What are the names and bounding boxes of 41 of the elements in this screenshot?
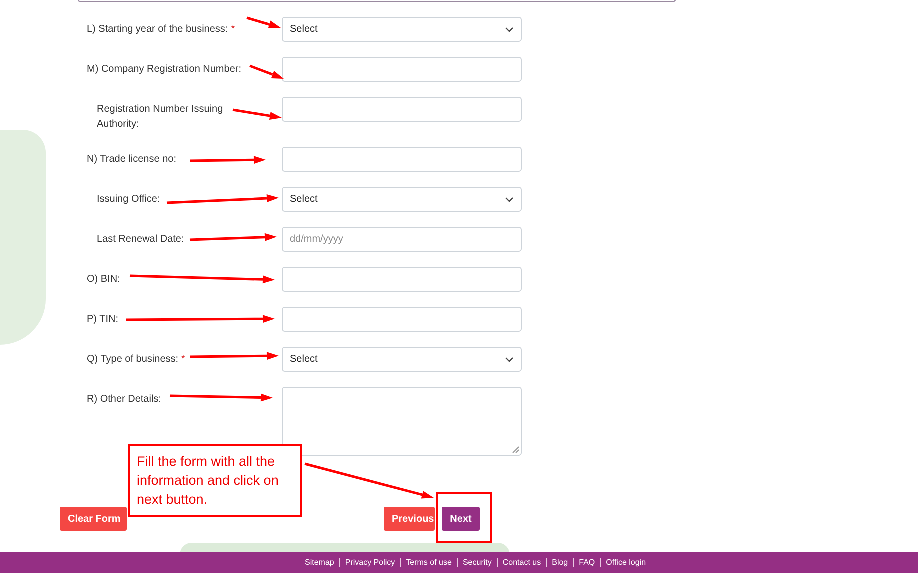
- input-field[interactable]: [282, 57, 522, 82]
- footer-link[interactable]: Terms of use: [400, 558, 457, 567]
- footer-link[interactable]: Privacy Policy: [339, 558, 400, 567]
- field-label: N) Trade license no:: [87, 153, 176, 167]
- required-mark: *: [182, 353, 186, 367]
- footer-link[interactable]: Security: [456, 558, 497, 567]
- arrow: [250, 64, 284, 79]
- footer-link[interactable]: Contact us: [496, 558, 546, 567]
- field-label: Last Renewal Date:: [97, 233, 184, 247]
- input-field[interactable]: [282, 97, 522, 122]
- field-label: Issuing Office:: [97, 193, 160, 207]
- select-field[interactable]: Select: [282, 17, 522, 42]
- field-label: O) BIN:: [87, 273, 120, 287]
- field-label: M) Company Registration Number:: [87, 63, 242, 77]
- input-field[interactable]: [282, 307, 522, 332]
- footer-link[interactable]: FAQ: [573, 558, 600, 567]
- field-label: L) Starting year of the business:: [87, 23, 228, 37]
- select-field[interactable]: Select: [282, 347, 522, 372]
- arrow: [246, 16, 281, 28]
- field-label: Q) Type of business:: [87, 353, 179, 367]
- field-label: Registration Number Issuing Authority:: [97, 103, 224, 132]
- field-label: P) TIN:: [87, 313, 118, 327]
- input-field[interactable]: [282, 267, 522, 292]
- field-label: R) Other Details:: [87, 393, 162, 407]
- next-button[interactable]: Next: [442, 507, 480, 531]
- input-field[interactable]: [282, 147, 522, 172]
- chevron-down-icon: [505, 356, 514, 362]
- arrow: [232, 108, 282, 120]
- resize-handle-icon[interactable]: [512, 446, 519, 453]
- annotation-callout: Fill the form with all the information and click on next button.: [128, 444, 302, 517]
- footer-link[interactable]: Office login: [600, 558, 652, 567]
- required-mark: *: [231, 23, 236, 37]
- highlight-frame: [436, 492, 492, 543]
- chevron-down-icon: [505, 26, 514, 32]
- clear-button[interactable]: Clear Form: [60, 507, 127, 531]
- footer-link[interactable]: Blog: [546, 558, 574, 567]
- previous-button[interactable]: Previous: [384, 507, 435, 531]
- chevron-down-icon: [505, 196, 514, 202]
- date-field[interactable]: dd/mm/yyyy: [282, 227, 522, 252]
- select-field[interactable]: Select: [282, 187, 522, 212]
- footer-link[interactable]: Sitemap: [300, 558, 340, 567]
